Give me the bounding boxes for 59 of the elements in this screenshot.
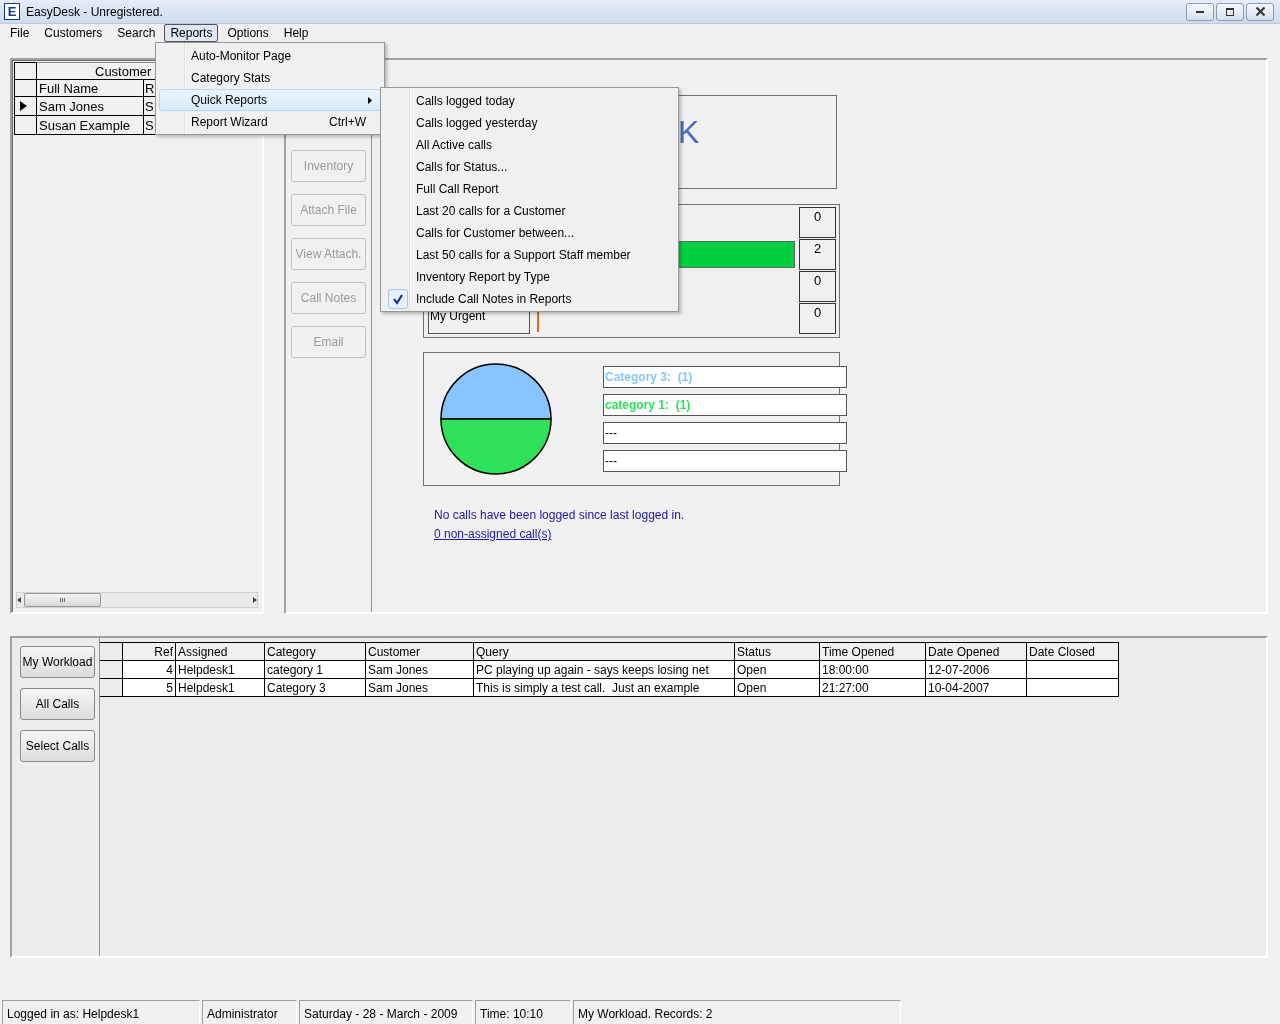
menu-item[interactable]: Inventory Report by Type [384, 266, 675, 288]
count-value: 0 [799, 207, 836, 238]
maximize-icon [1226, 7, 1234, 16]
legend-entry: --- [603, 422, 847, 444]
menu-item[interactable]: Reports [164, 24, 219, 42]
grip-icon [60, 598, 65, 602]
column-header[interactable]: Date Opened [925, 642, 1027, 661]
scroll-right-icon[interactable] [253, 597, 257, 603]
non-assigned-link[interactable]: 0 non-assigned call(s) [434, 527, 552, 541]
menu-item[interactable]: Quick Reports [159, 89, 381, 111]
status-text: Time: 10:10 [475, 1000, 571, 1024]
legend-entry: category 1: (1) [603, 394, 847, 416]
minimize-button[interactable] [1186, 2, 1214, 21]
view-button[interactable]: My Workload [20, 646, 95, 678]
table-cell: Sam Jones [36, 96, 144, 116]
status-text: Logged in as: Helpdesk1 [2, 1000, 200, 1024]
scrollbar[interactable] [16, 592, 258, 608]
column-header[interactable]: Full Name [36, 79, 144, 97]
minimize-icon [1196, 10, 1204, 13]
count-value: 0 [799, 271, 836, 302]
view-button[interactable]: Select Calls [20, 730, 95, 762]
menu-item[interactable]: Last 50 calls for a Support Staff member [384, 244, 675, 266]
logo-text: K [678, 114, 700, 150]
column-header[interactable]: Date Closed [1026, 642, 1119, 661]
window-title: EasyDesk - Unregistered. [26, 4, 164, 19]
app-icon: E [4, 3, 20, 20]
column-header[interactable]: Assigned [175, 642, 265, 661]
menu-item[interactable]: Calls logged yesterday [384, 112, 675, 134]
column-header[interactable]: Time Opened [819, 642, 926, 661]
column-header[interactable]: Category [264, 642, 366, 661]
close-button[interactable] [1246, 2, 1274, 21]
column-header[interactable]: Ref [122, 642, 176, 661]
view-button[interactable]: All Calls [20, 688, 95, 720]
menu-item[interactable]: Full Call Report [384, 178, 675, 200]
menu-item[interactable]: Search [111, 24, 162, 42]
menu-item[interactable]: Customers [38, 24, 109, 42]
scroll-left-icon[interactable] [17, 597, 21, 603]
legend-entry: --- [603, 450, 847, 472]
maximize-button[interactable] [1216, 2, 1244, 21]
status-text: My Workload. Records: 2 [573, 1000, 901, 1024]
menu-item[interactable]: Calls for Customer between... [384, 222, 675, 244]
status-text: Saturday - 28 - March - 2009 [299, 1000, 473, 1024]
column-header[interactable]: Customer [365, 642, 474, 661]
menu-item[interactable]: All Active calls [384, 134, 675, 156]
menu-item[interactable]: Calls for Status... [384, 156, 675, 178]
notice-text: No calls have been logged since last logged in. [434, 508, 685, 522]
menu-item[interactable]: Last 20 calls for a Customer [384, 200, 675, 222]
count-value: 2 [799, 239, 836, 270]
count-value: 0 [799, 303, 836, 334]
column-header[interactable]: Query [473, 642, 735, 661]
table-cell: Susan Example [36, 115, 144, 135]
menu-item[interactable]: Calls logged today [384, 90, 675, 112]
legend-entry: Category 3: (1) [603, 366, 847, 388]
column-header[interactable]: Status [734, 642, 820, 661]
menu-item[interactable]: Help [277, 24, 315, 42]
status-text: Administrator [202, 1000, 297, 1024]
menu-item[interactable]: File [4, 24, 36, 42]
menu-item[interactable]: Options [221, 24, 275, 42]
close-icon [1255, 7, 1265, 16]
